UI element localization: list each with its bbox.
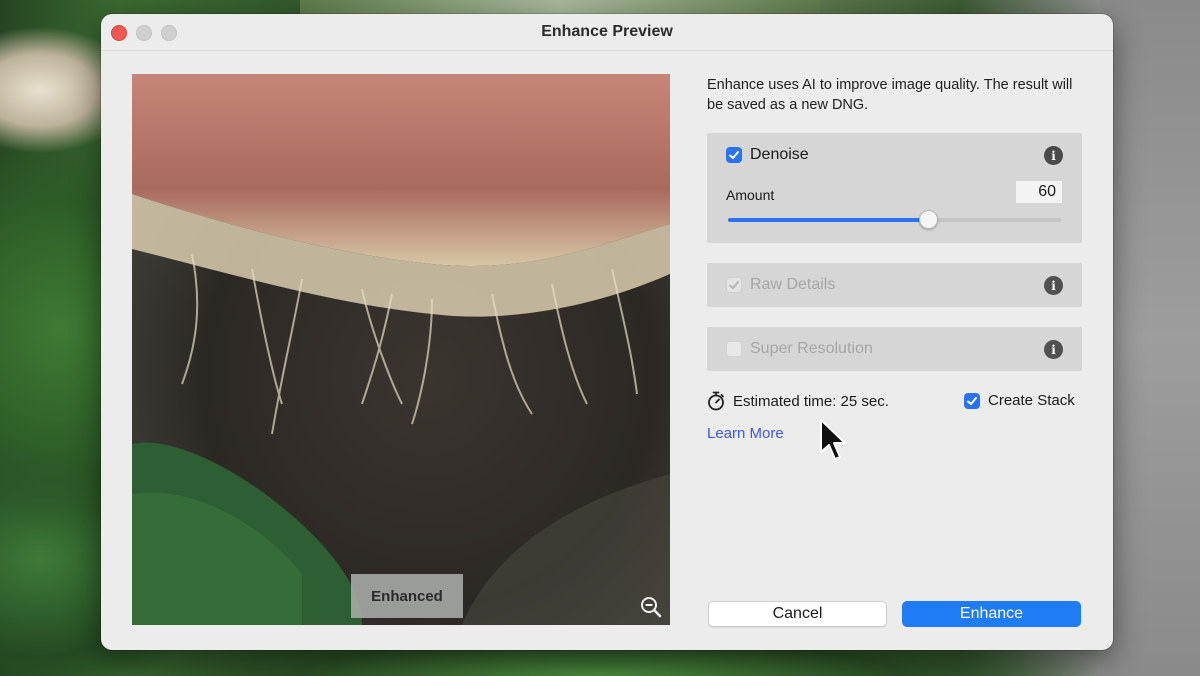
cancel-button[interactable]: Cancel — [708, 601, 887, 627]
create-stack-label: Create Stack — [988, 392, 1075, 409]
denoise-checkbox[interactable] — [726, 147, 742, 163]
slider-fill — [728, 218, 928, 222]
create-stack-row[interactable]: Create Stack — [964, 392, 1075, 409]
raw-details-info-icon[interactable]: i — [1044, 276, 1063, 295]
super-resolution-section: Super Resolution i — [707, 327, 1082, 371]
amount-slider[interactable] — [728, 210, 1061, 229]
raw-details-label: Raw Details — [750, 276, 836, 293]
close-button[interactable] — [111, 25, 127, 41]
denoise-info-icon[interactable]: i — [1044, 146, 1063, 165]
enhance-button[interactable]: Enhance — [902, 601, 1081, 627]
enhance-preview-dialog: Enhance Preview Enhanced Enhance uses AI… — [101, 14, 1113, 650]
minimize-button[interactable] — [136, 25, 152, 41]
window-title: Enhance Preview — [541, 23, 673, 40]
denoise-section: Denoise i Amount 60 — [707, 133, 1082, 243]
mouse-pointer-icon — [820, 419, 846, 460]
background-strip — [1100, 0, 1200, 676]
preview-mode-label[interactable]: Enhanced — [351, 574, 463, 618]
super-resolution-checkbox — [726, 341, 742, 357]
amount-value-field[interactable]: 60 — [1016, 181, 1062, 203]
zoom-out-icon[interactable] — [639, 595, 663, 619]
super-resolution-label: Super Resolution — [750, 340, 873, 357]
title-bar: Enhance Preview — [101, 14, 1113, 51]
estimated-time-text: Estimated time: 25 sec. — [733, 392, 889, 410]
stopwatch-icon — [708, 391, 724, 411]
super-resolution-checkbox-row: Super Resolution — [726, 340, 873, 358]
window-controls — [111, 25, 177, 41]
amount-label: Amount — [726, 187, 775, 203]
checkmark-icon — [967, 396, 977, 405]
estimated-time: Estimated time: 25 sec. — [707, 391, 889, 411]
denoise-checkbox-row[interactable]: Denoise — [726, 146, 809, 164]
options-panel: Enhance uses AI to improve image quality… — [707, 74, 1083, 115]
denoise-label: Denoise — [750, 146, 809, 163]
create-stack-checkbox[interactable] — [964, 392, 980, 409]
checkmark-icon — [729, 151, 739, 159]
zoom-button[interactable] — [161, 25, 177, 41]
raw-details-checkbox-row: Raw Details — [726, 276, 835, 294]
raw-details-section: Raw Details i — [707, 263, 1082, 307]
super-resolution-info-icon[interactable]: i — [1044, 340, 1063, 359]
slider-thumb[interactable] — [918, 210, 938, 229]
learn-more-link[interactable]: Learn More — [707, 425, 784, 442]
description-text: Enhance uses AI to improve image quality… — [707, 77, 1073, 113]
checkmark-icon — [729, 281, 739, 289]
raw-details-checkbox — [726, 277, 742, 293]
preview-image[interactable]: Enhanced — [132, 74, 670, 625]
